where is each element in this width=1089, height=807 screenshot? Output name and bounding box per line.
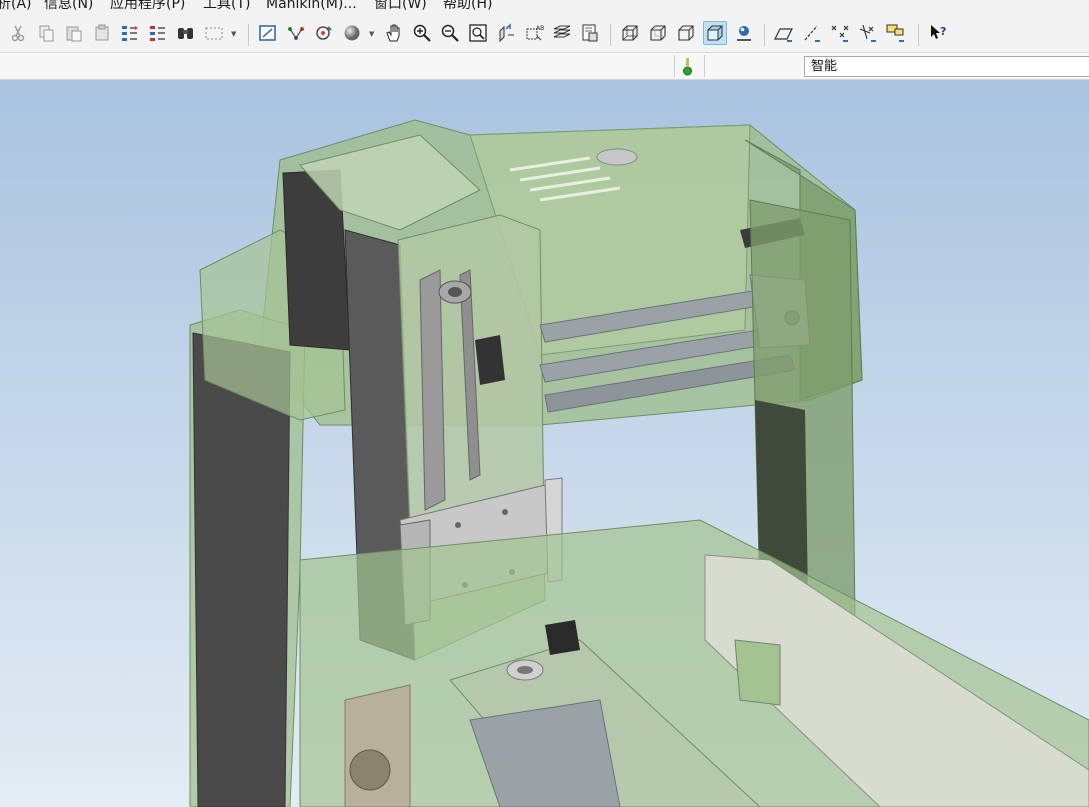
saved-views-icon[interactable]: AB: [522, 21, 546, 45]
datum-axes-icon[interactable]: [800, 21, 824, 45]
graphics-viewport[interactable]: [0, 80, 1089, 807]
datum-planes-icon[interactable]: [772, 21, 796, 45]
menu-tools[interactable]: 工具(T): [203, 0, 250, 11]
context-help-icon[interactable]: ?: [927, 21, 951, 45]
appearance-dropdown-arrow[interactable]: ▼: [369, 30, 374, 38]
zoom-out-icon[interactable]: [438, 21, 462, 45]
find-icon[interactable]: [174, 21, 198, 45]
regenerate-icon[interactable]: [118, 21, 142, 45]
menu-help[interactable]: 帮助(H): [443, 0, 492, 11]
toolbar-separator: [610, 24, 611, 46]
status-separator: [704, 55, 705, 77]
wireframe-icon[interactable]: [618, 21, 642, 45]
refit-icon[interactable]: [466, 21, 490, 45]
toolbar-separator: [248, 24, 249, 46]
main-toolbar: ▼ ▼ AB ?: [0, 16, 1089, 53]
svg-text:?: ?: [940, 25, 946, 38]
selection-filter-dropdown[interactable]: 智能: [804, 56, 1089, 77]
menu-info[interactable]: 信息(N): [44, 0, 93, 11]
zoom-in-icon[interactable]: [410, 21, 434, 45]
view-manager-icon[interactable]: [578, 21, 602, 45]
paste-special-icon[interactable]: [90, 21, 114, 45]
orient-icon[interactable]: [312, 21, 336, 45]
select-box-icon[interactable]: [202, 21, 226, 45]
status-bar: 智能: [0, 53, 1089, 80]
menu-manikin[interactable]: Manikin(M)...: [266, 0, 357, 11]
cad-model-view[interactable]: [0, 80, 1089, 807]
toolbar-separator: [764, 24, 765, 46]
status-indicator-icon: [683, 57, 693, 81]
appearance-sphere-icon[interactable]: [340, 21, 364, 45]
toolbar-separator: [918, 24, 919, 46]
copy-icon[interactable]: [34, 21, 58, 45]
paste-icon[interactable]: [62, 21, 86, 45]
no-hidden-icon[interactable]: [674, 21, 698, 45]
hidden-line-icon[interactable]: [646, 21, 670, 45]
svg-text:AB: AB: [536, 25, 544, 32]
regenerate-manager-icon[interactable]: [146, 21, 170, 45]
repaint-icon[interactable]: [256, 21, 280, 45]
cut-icon[interactable]: [6, 21, 30, 45]
spin-center-icon[interactable]: [284, 21, 308, 45]
coordinate-system-icon[interactable]: [856, 21, 880, 45]
pan-icon[interactable]: [382, 21, 406, 45]
menu-analysis[interactable]: 析(A): [0, 0, 32, 11]
annotation-display-icon[interactable]: [884, 21, 908, 45]
menu-window[interactable]: 窗口(W): [374, 0, 427, 11]
shading-icon[interactable]: [703, 21, 727, 45]
menu-bar: 析(A) 信息(N) 应用程序(P) 工具(T) Manikin(M)... 窗…: [0, 0, 1089, 16]
layers-icon[interactable]: [550, 21, 574, 45]
shading-with-reflections-icon[interactable]: [732, 21, 756, 45]
select-dropdown-arrow[interactable]: ▼: [231, 30, 236, 38]
reorient-icon[interactable]: [494, 21, 518, 45]
point-display-icon[interactable]: [828, 21, 852, 45]
status-separator: [674, 55, 675, 77]
menu-applications[interactable]: 应用程序(P): [110, 0, 185, 11]
